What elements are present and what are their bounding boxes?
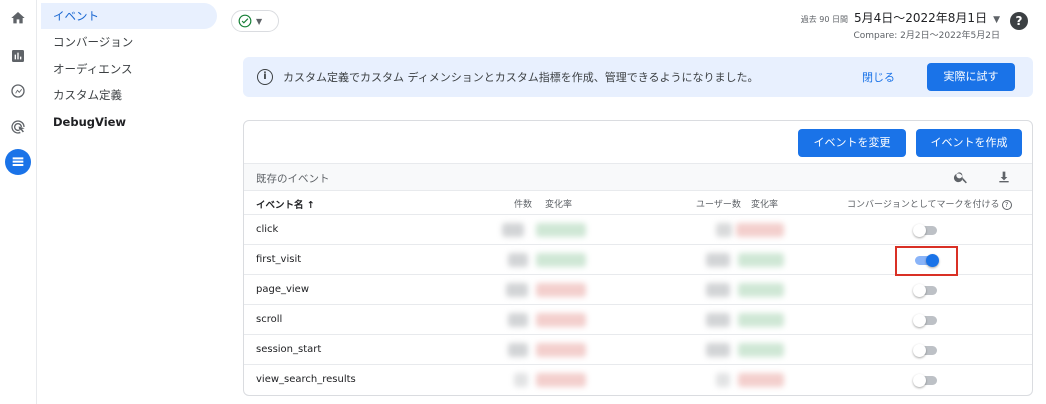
modify-event-button[interactable]: イベントを変更: [798, 129, 906, 157]
create-event-button[interactable]: イベントを作成: [916, 129, 1022, 157]
home-icon[interactable]: [5, 5, 31, 31]
blurred-value: [706, 313, 730, 327]
table-row: click: [244, 215, 1032, 245]
existing-events-title: 既存のイベント: [256, 173, 330, 185]
table-row: view_search_results: [244, 365, 1032, 395]
conversion-toggle[interactable]: [913, 284, 939, 297]
table-row: first_visit: [244, 245, 1032, 276]
event-name: first_visit: [256, 254, 302, 265]
blurred-value: [716, 223, 732, 237]
info-banner: i カスタム定義でカスタム ディメンションとカスタム指標を作成、管理できるように…: [243, 57, 1033, 97]
date-range-picker[interactable]: 過去 90 日間 5月4日～2022年8月1日 ▼ Compare: 2月2日～20…: [801, 9, 1000, 41]
blurred-value: [738, 343, 784, 357]
chevron-down-icon: ▼: [256, 16, 263, 26]
event-name: scroll: [256, 314, 283, 325]
sidebar-item-debugview[interactable]: DebugView: [41, 109, 217, 135]
blurred-value: [508, 313, 528, 327]
conversion-toggle[interactable]: [913, 374, 939, 387]
event-name: page_view: [256, 284, 310, 295]
info-icon: i: [257, 69, 273, 85]
help-icon[interactable]: ?: [1010, 12, 1028, 30]
column-users-change: 変化率: [751, 200, 779, 210]
table-row: scroll: [244, 305, 1032, 335]
sidebar-item-events[interactable]: イベント: [41, 3, 217, 29]
blurred-value: [738, 253, 784, 267]
data-status-dropdown[interactable]: ▼: [231, 10, 279, 32]
banner-message: カスタム定義でカスタム ディメンションとカスタム指標を作成、管理できるようになり…: [283, 71, 759, 84]
blurred-value: [738, 313, 784, 327]
nav-rail: [0, 0, 37, 404]
column-conversion: コンバージョンとしてマークを付ける?: [847, 197, 1012, 210]
banner-close-button[interactable]: 閉じる: [862, 69, 895, 85]
blurred-value: [514, 373, 528, 387]
blurred-value: [716, 373, 730, 387]
blurred-value: [536, 283, 586, 297]
date-range-label: 5月4日～2022年8月1日: [853, 11, 988, 25]
explore-icon[interactable]: [5, 78, 31, 104]
check-circle-icon: [238, 14, 252, 28]
blurred-value: [502, 223, 524, 237]
blurred-value: [506, 283, 528, 297]
blurred-value: [738, 283, 784, 297]
column-event-name[interactable]: イベント名 ↑: [256, 197, 315, 211]
event-name: session_start: [256, 344, 322, 355]
blurred-value: [536, 223, 586, 237]
conversion-toggle[interactable]: [913, 224, 939, 237]
blurred-value: [738, 373, 784, 387]
download-icon[interactable]: [996, 169, 1014, 187]
blurred-value: [536, 313, 586, 327]
conversion-toggle[interactable]: [913, 314, 939, 327]
blurred-value: [706, 253, 730, 267]
event-name: view_search_results: [256, 374, 356, 385]
column-count: 件数: [514, 200, 533, 210]
date-range-prefix: 過去 90 日間: [800, 15, 848, 24]
blurred-value: [536, 253, 586, 267]
existing-events-header: 既存のイベント: [244, 163, 1032, 191]
conversion-toggle[interactable]: [913, 344, 939, 357]
sidebar: イベント コンバージョン オーディエンス カスタム定義 DebugView: [37, 0, 223, 404]
sidebar-item-audiences[interactable]: オーディエンス: [41, 56, 217, 82]
chevron-down-icon: ▼: [993, 15, 1000, 25]
sidebar-item-conversions[interactable]: コンバージョン: [41, 29, 217, 55]
search-icon[interactable]: [953, 169, 971, 187]
blurred-value: [508, 253, 528, 267]
table-row: page_view: [244, 275, 1032, 305]
table-row: session_start: [244, 335, 1032, 365]
compare-range: Compare: 2月2日～2022年5月2日: [853, 31, 1000, 41]
advertising-icon[interactable]: [5, 114, 31, 140]
conversion-toggle[interactable]: [913, 254, 939, 267]
column-users: ユーザー数: [696, 200, 741, 210]
blurred-value: [536, 343, 586, 357]
column-count-change: 変化率: [545, 200, 573, 210]
blurred-value: [536, 373, 586, 387]
banner-try-button[interactable]: 実際に試す: [927, 63, 1015, 91]
events-card: イベントを変更 イベントを作成 既存のイベント イベント名 ↑ 件数 変化率 ユ…: [243, 120, 1033, 396]
configure-icon[interactable]: [5, 149, 31, 175]
help-icon[interactable]: ?: [1001, 200, 1012, 210]
blurred-value: [508, 343, 528, 357]
blurred-value: [736, 223, 784, 237]
blurred-value: [706, 283, 730, 297]
sidebar-item-custom-definitions[interactable]: カスタム定義: [41, 82, 217, 108]
reports-icon[interactable]: [5, 43, 31, 69]
blurred-value: [706, 343, 730, 357]
table-header: イベント名 ↑ 件数 変化率 ユーザー数 変化率 コンバージョンとしてマークを付…: [244, 191, 1032, 215]
event-name: click: [256, 224, 279, 235]
